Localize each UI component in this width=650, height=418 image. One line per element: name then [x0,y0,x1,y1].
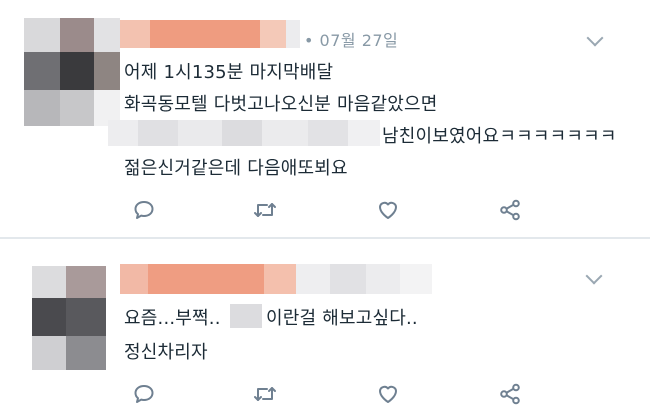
tweet-text-line: 이란걸 해보고싶다.. [266,308,418,329]
reply-button[interactable] [130,380,158,408]
tweet-text-line: 어제 1시135분 마지막배달 [124,62,334,83]
tweet-text-line: 정신차리자 [124,342,208,363]
tweet-text-line: 요즘...부쩍.. [124,308,221,329]
chevron-down-icon[interactable] [586,29,604,47]
like-button[interactable] [374,196,402,224]
like-icon [379,385,397,403]
avatar[interactable] [32,266,106,370]
tweet-actions [0,380,650,408]
retweet-button[interactable] [251,196,279,224]
tweet-text-line: 화곡동모텔 다벗고나오신분 마음같았으면 [124,94,438,115]
tweet-text-line: 젊은신거같은데 다음애또뵈요 [124,158,348,179]
tweet-text-line: 남친이보였어요ㅋㅋㅋㅋㅋㅋㅋ [382,126,617,147]
tweet[interactable]: • 07월 27일 어제 1시135분 마지막배달 화곡동모텔 다벗고나오신분 … [0,0,650,238]
reply-icon [134,385,154,403]
share-button[interactable] [496,380,524,408]
text-redacted [108,120,380,146]
share-icon [500,199,520,221]
retweet-icon [254,203,276,217]
tweet-date[interactable]: • 07월 27일 [304,27,398,51]
like-icon [379,201,397,219]
reply-button[interactable] [130,196,158,224]
reply-icon [134,201,154,219]
share-button[interactable] [496,196,524,224]
tweet[interactable]: 요즘...부쩍.. 이란걸 해보고싶다.. 정신차리자 [0,238,650,418]
author-name-redacted[interactable] [120,264,432,294]
share-icon [500,383,520,405]
author-name-redacted[interactable] [120,20,300,48]
retweet-button[interactable] [251,380,279,408]
avatar[interactable] [24,18,120,126]
retweet-icon [254,387,276,401]
chevron-down-icon[interactable] [585,267,603,285]
tweet-actions [0,196,650,224]
text-redacted [230,304,262,328]
like-button[interactable] [374,380,402,408]
